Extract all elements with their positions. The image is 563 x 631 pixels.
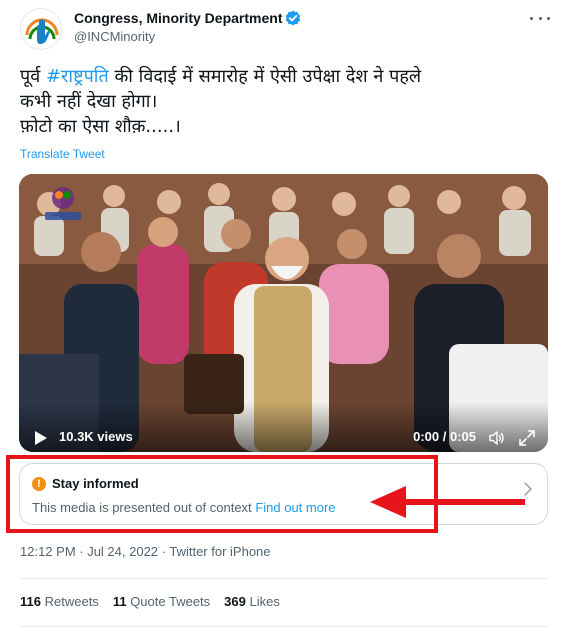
tweet-line-3: फ़ोटो का ऐसा शौक़.....।	[20, 116, 181, 137]
volume-icon[interactable]	[488, 429, 506, 447]
video-player[interactable]: 10.3K views 0:00 / 0:05	[19, 174, 548, 452]
account-handle[interactable]: @INCMinority	[74, 29, 155, 44]
tweet-text-prefix: पूर्व	[20, 66, 46, 87]
view-count: 10.3K views	[59, 429, 133, 444]
retweets-count: 116	[20, 594, 41, 609]
tweet-text-suffix: की विदाई में समारोह में ऐसी उपेक्षा देश …	[108, 66, 422, 87]
congress-hand-logo-icon	[21, 9, 61, 49]
divider	[20, 578, 548, 579]
likes-stat[interactable]: 369 Likes	[224, 594, 280, 609]
tweet-text: पूर्व #राष्ट्रपति की विदाई में समारोह मे…	[20, 64, 545, 139]
video-controls-bar	[19, 402, 548, 452]
tweet-timestamp[interactable]: 12:12 PM · Jul 24, 2022 · Twitter for iP…	[20, 544, 271, 559]
name-row: Congress, Minority Department	[74, 10, 301, 26]
dot	[530, 16, 533, 20]
play-icon[interactable]	[33, 430, 49, 446]
arrow-annotation-icon	[370, 486, 525, 518]
more-options-button[interactable]	[530, 12, 550, 24]
fullscreen-icon[interactable]	[518, 429, 536, 447]
divider	[20, 626, 548, 627]
dot	[538, 16, 542, 20]
quote-tweets-label: Quote Tweets	[130, 594, 211, 609]
likes-label: Likes	[249, 594, 280, 609]
tweet-line-2: कभी नहीं देखा होगा।	[20, 91, 158, 112]
quote-tweets-count: 11	[112, 594, 127, 609]
retweets-label: Retweets	[44, 594, 99, 609]
hashtag-link[interactable]: #राष्ट्रपति	[46, 66, 109, 87]
tweet-header: Congress, Minority Department @INCMinori…	[20, 8, 550, 50]
video-time: 0:00 / 0:05	[413, 429, 476, 444]
likes-count: 369	[224, 594, 246, 609]
engagement-stats: 116 Retweets 11 Quote Tweets 369 Likes	[20, 594, 280, 609]
avatar[interactable]	[20, 8, 62, 50]
quote-tweets-stat[interactable]: 11 Quote Tweets	[113, 594, 210, 609]
retweets-stat[interactable]: 116 Retweets	[20, 594, 99, 609]
verified-badge-icon	[286, 10, 301, 26]
channel-logo-icon	[45, 187, 81, 220]
tweet-line-1: पूर्व #राष्ट्रपति की विदाई में समारोह मे…	[20, 64, 545, 89]
dot	[547, 16, 550, 20]
translate-tweet-link[interactable]: Translate Tweet	[20, 147, 105, 161]
display-name[interactable]: Congress, Minority Department	[74, 10, 282, 26]
